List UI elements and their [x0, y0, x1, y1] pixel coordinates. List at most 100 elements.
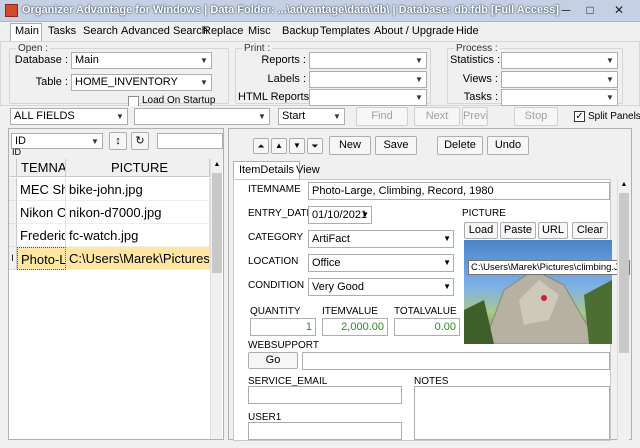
menu-templates[interactable]: Templates: [318, 24, 372, 39]
labels-select[interactable]: ▼: [309, 71, 427, 88]
table-cell[interactable]: nikon-d7000.jpg: [66, 201, 210, 224]
itemvalue-field[interactable]: 2,000.00: [322, 318, 388, 336]
picture-path-tooltip: C:\Users\Marek\Pictures\climbing.JPG: [468, 260, 630, 275]
views-select[interactable]: ▼: [501, 71, 618, 88]
previous-record-icon[interactable]: ▲: [271, 138, 287, 154]
search-field-select[interactable]: ALL FIELDS ▼: [10, 108, 128, 125]
itemname-field[interactable]: Photo-Large, Climbing, Record, 1980: [308, 182, 610, 200]
column-header-itemname[interactable]: TEMNAME: [17, 159, 66, 177]
picture-load-button[interactable]: Load: [464, 222, 498, 239]
sort-field-select[interactable]: ID ▼: [11, 133, 103, 149]
grid-filter-input[interactable]: [157, 133, 223, 149]
grid-vertical-scrollbar[interactable]: ▲: [210, 159, 222, 439]
search-text-input[interactable]: ▼: [134, 108, 270, 125]
menu-hide[interactable]: Hide: [454, 24, 481, 39]
sort-order-icon[interactable]: ↕: [109, 132, 127, 150]
tab-item-details[interactable]: ItemDetails: [233, 161, 301, 180]
menu-backup[interactable]: Backup: [280, 24, 321, 39]
undo-button[interactable]: Undo: [487, 136, 529, 155]
picture-paste-button[interactable]: Paste: [500, 222, 536, 239]
menu-replace[interactable]: Replace: [201, 24, 245, 39]
chevron-down-icon: ▼: [258, 112, 266, 121]
menu-search[interactable]: Search: [81, 24, 120, 39]
scroll-thumb[interactable]: [212, 173, 222, 273]
last-record-icon[interactable]: ⏷: [307, 138, 323, 154]
websupport-label: WEBSUPPORT: [248, 340, 319, 351]
condition-value: Very Good: [312, 281, 364, 293]
minimize-button[interactable]: ─: [556, 1, 576, 19]
tasks-select[interactable]: ▼: [501, 89, 618, 106]
database-select[interactable]: Main ▼: [71, 52, 212, 69]
row-indicator[interactable]: [9, 178, 17, 201]
menu-about-upgrade[interactable]: About / Upgrade: [372, 24, 456, 39]
split-panels-checkbox[interactable]: ✓: [574, 111, 585, 122]
tab-view[interactable]: View: [291, 162, 325, 178]
window-title: Organizer Advantage for Windows | Data F…: [22, 4, 559, 16]
table-cell[interactable]: MEC Sha: [17, 178, 66, 201]
quantity-field[interactable]: 1: [250, 318, 316, 336]
delete-button[interactable]: Delete: [437, 136, 483, 155]
chevron-down-icon: ▼: [200, 78, 208, 87]
load-on-startup-label: Load On Startup: [142, 95, 216, 106]
print-group: Print : Reports : ▼ Labels : ▼ HTML Repo…: [235, 43, 431, 106]
refresh-icon[interactable]: ↻: [131, 132, 149, 150]
user1-field[interactable]: [248, 422, 402, 440]
chevron-down-icon: ▼: [606, 56, 614, 65]
next-button[interactable]: Next: [414, 107, 460, 126]
websupport-field[interactable]: [302, 352, 610, 370]
table-cell[interactable]: Nikon Ca: [17, 201, 66, 224]
row-indicator[interactable]: [9, 201, 17, 224]
picture-preview-image: [464, 240, 612, 344]
maximize-button[interactable]: □: [580, 1, 600, 19]
find-button[interactable]: Find: [356, 107, 408, 126]
menu-misc[interactable]: Misc: [246, 24, 273, 39]
websupport-go-button[interactable]: Go: [248, 352, 298, 369]
totalvalue-field[interactable]: 0.00: [394, 318, 460, 336]
close-button[interactable]: ✕: [604, 1, 634, 19]
detail-vertical-scrollbar[interactable]: ▲: [617, 179, 629, 441]
save-button[interactable]: Save: [375, 136, 417, 155]
menu-advanced-search[interactable]: Advanced Search: [119, 24, 210, 39]
picture-clear-button[interactable]: Clear: [572, 222, 608, 239]
chevron-down-icon: ▼: [415, 75, 423, 84]
notes-field[interactable]: [414, 386, 610, 440]
row-indicator[interactable]: [9, 224, 17, 247]
chevron-down-icon: ▼: [443, 258, 451, 267]
labels-label: Labels :: [267, 73, 306, 85]
entry-date-value: 01/10/2021: [312, 209, 368, 221]
chevron-down-icon: ▼: [415, 56, 423, 65]
selected-row-indicator[interactable]: I: [9, 247, 17, 270]
entry-date-picker[interactable]: 01/10/2021 ▼: [308, 206, 372, 224]
location-select[interactable]: Office ▼: [308, 254, 454, 272]
condition-select[interactable]: Very Good ▼: [308, 278, 454, 296]
first-record-icon[interactable]: ⏶: [253, 138, 269, 154]
menu-tasks[interactable]: Tasks: [46, 24, 78, 39]
table-select[interactable]: HOME_INVENTORY ▼: [71, 74, 212, 91]
scroll-up-icon[interactable]: ▲: [212, 159, 222, 171]
service-email-field[interactable]: [248, 386, 402, 404]
table-value: HOME_INVENTORY: [75, 76, 178, 88]
picture-url-button[interactable]: URL: [538, 222, 568, 239]
menu-main[interactable]: Main: [10, 23, 42, 41]
category-label: CATEGORY: [248, 232, 304, 243]
search-mode-value: Start: [282, 110, 306, 122]
scroll-up-icon[interactable]: ▲: [619, 179, 629, 191]
scroll-thumb[interactable]: [619, 193, 629, 353]
next-record-icon[interactable]: ▼: [289, 138, 305, 154]
table-cell[interactable]: fc-watch.jpg: [66, 224, 210, 247]
table-cell-selected[interactable]: C:\Users\Marek\Pictures\cli: [66, 247, 210, 270]
html-reports-select[interactable]: ▼: [309, 89, 427, 106]
title-bar: Organizer Advantage for Windows | Data F…: [0, 0, 640, 22]
statistics-select[interactable]: ▼: [501, 52, 618, 69]
table-cell-selected[interactable]: Photo-La: [17, 247, 66, 270]
table-cell[interactable]: Frederiqu: [17, 224, 66, 247]
database-label: Database :: [14, 54, 68, 66]
column-header-picture[interactable]: PICTURE: [66, 159, 210, 177]
new-record-button[interactable]: New: [329, 136, 371, 155]
category-select[interactable]: ArtiFact ▼: [308, 230, 454, 248]
reports-select[interactable]: ▼: [309, 52, 427, 69]
stop-button[interactable]: Stop: [514, 107, 558, 126]
table-cell[interactable]: bike-john.jpg: [66, 178, 210, 201]
previous-button[interactable]: Previ: [462, 107, 488, 126]
search-mode-select[interactable]: Start ▼: [278, 108, 345, 125]
